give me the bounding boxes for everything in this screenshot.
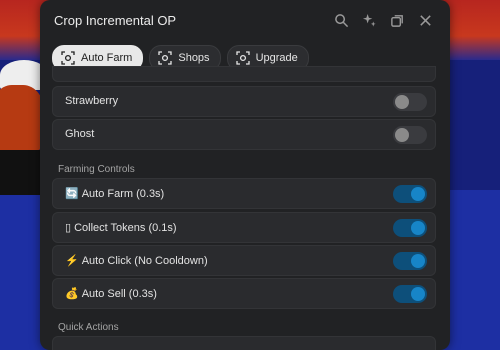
toggle-knob bbox=[411, 254, 425, 268]
window-title: Crop Incremental OP bbox=[54, 13, 177, 28]
row-partial bbox=[52, 66, 436, 82]
sparkle-icon[interactable] bbox=[360, 11, 378, 29]
lightning-icon: ⚡ bbox=[65, 255, 79, 267]
refresh-icon: 🔄 bbox=[65, 188, 79, 200]
toggle-knob bbox=[411, 187, 425, 201]
toggle-knob bbox=[395, 95, 409, 109]
section-heading-farming-controls: Farming Controls bbox=[58, 164, 135, 175]
titlebar[interactable]: Crop Incremental OP bbox=[40, 0, 450, 40]
row-label: Auto Farm (0.3s) bbox=[81, 188, 165, 200]
toggle-knob bbox=[411, 221, 425, 235]
tab-label: Auto Farm bbox=[81, 52, 133, 64]
restore-icon[interactable] bbox=[388, 11, 406, 29]
money-bag-icon: 💰 bbox=[65, 288, 79, 300]
row-label: Auto Click (No Cooldown) bbox=[81, 255, 208, 267]
toggle-row-auto-sell[interactable]: 💰 Auto Sell (0.3s) bbox=[52, 278, 436, 309]
quick-action-row-partial[interactable] bbox=[52, 336, 436, 350]
row-label: Auto Sell (0.3s) bbox=[81, 288, 157, 300]
toggle-row-strawberry[interactable]: Strawberry bbox=[52, 86, 436, 117]
toggle-knob bbox=[395, 128, 409, 142]
background-shadow bbox=[0, 150, 40, 195]
tab-scan-icon bbox=[61, 51, 75, 65]
section-heading-quick-actions: Quick Actions bbox=[58, 322, 119, 333]
tab-scan-icon bbox=[158, 51, 173, 65]
toggle-row-auto-click[interactable]: ⚡ Auto Click (No Cooldown) bbox=[52, 245, 436, 276]
script-window: Crop Incremental OP Auto Farm Shops Upgr… bbox=[40, 0, 450, 350]
background-character bbox=[0, 85, 45, 155]
toggle-switch[interactable] bbox=[393, 126, 427, 144]
row-label: Strawberry bbox=[65, 95, 119, 107]
toggle-switch[interactable] bbox=[393, 185, 427, 203]
toggle-knob bbox=[411, 287, 425, 301]
row-label: Ghost bbox=[65, 128, 95, 140]
tab-label: Shops bbox=[178, 52, 210, 64]
toggle-row-ghost[interactable]: Ghost bbox=[52, 119, 436, 150]
search-icon[interactable] bbox=[332, 11, 350, 29]
tab-label: Upgrade bbox=[255, 52, 298, 64]
toggle-switch[interactable] bbox=[393, 93, 427, 111]
row-label: Collect Tokens (0.1s) bbox=[74, 222, 177, 234]
toggle-switch[interactable] bbox=[393, 252, 427, 270]
tab-scan-icon bbox=[235, 51, 250, 65]
toggle-switch[interactable] bbox=[393, 285, 427, 303]
toggle-switch[interactable] bbox=[393, 219, 427, 237]
close-icon[interactable] bbox=[416, 11, 434, 29]
toggle-row-collect-tokens[interactable]: ▯ Collect Tokens (0.1s) bbox=[52, 212, 436, 243]
toggle-row-auto-farm[interactable]: 🔄 Auto Farm (0.3s) bbox=[52, 178, 436, 209]
missing-glyph-icon: ▯ bbox=[65, 222, 72, 234]
